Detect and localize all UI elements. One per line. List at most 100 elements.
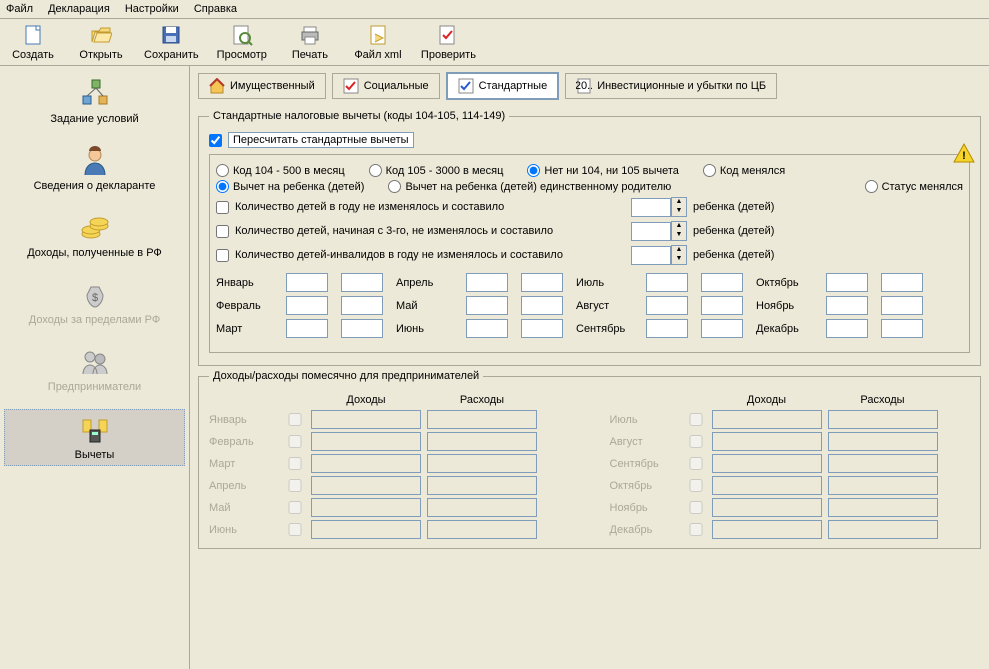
radio-status-changed[interactable]: Статус менялся [865, 180, 963, 193]
oct-1[interactable] [826, 273, 868, 292]
calculator-icon [79, 414, 111, 446]
recalc-checkbox-row[interactable]: Пересчитать стандартные вычеты [209, 132, 970, 148]
radio-code-changed[interactable]: Код менялся [703, 164, 785, 177]
children-count-2-checkbox[interactable] [216, 225, 229, 238]
ie-jun-chk [285, 523, 305, 536]
sidebar-item-income-rf[interactable]: Доходы, полученные в РФ [4, 208, 185, 263]
preview-icon [230, 23, 254, 47]
ie-sep-chk [686, 457, 706, 470]
save-button[interactable]: Сохранить [144, 23, 199, 61]
ie-jul-inc [712, 410, 822, 429]
children-count-3-input[interactable] [631, 246, 671, 265]
jan-1[interactable] [286, 273, 328, 292]
sep-2[interactable] [701, 319, 743, 338]
xml-button[interactable]: Файл xml [353, 23, 403, 61]
feb-2[interactable] [341, 296, 383, 315]
svg-text:$: $ [91, 292, 97, 304]
radio-code105[interactable]: Код 105 - 3000 в месяц [369, 164, 504, 177]
ie-nov-chk [686, 501, 706, 514]
warning-icon: ! [953, 142, 975, 164]
ie-nov-inc [712, 498, 822, 517]
apr-1[interactable] [466, 273, 508, 292]
sidebar-item-declarant[interactable]: Сведения о декларанте [4, 141, 185, 196]
spinner-1[interactable]: ▲▼ [671, 197, 687, 217]
menu-help[interactable]: Справка [194, 3, 237, 15]
fs2-legend: Доходы/расходы помесячно для предпринима… [209, 370, 483, 382]
preview-button[interactable]: Просмотр [217, 23, 267, 61]
radio-no-code[interactable]: Нет ни 104, ни 105 вычета [527, 164, 678, 177]
mar-2[interactable] [341, 319, 383, 338]
conditions-icon [79, 78, 111, 110]
coins-icon [79, 212, 111, 244]
ie-may-exp [427, 498, 537, 517]
ie-may-chk [285, 501, 305, 514]
children-count-3-checkbox[interactable] [216, 249, 229, 262]
jun-1[interactable] [466, 319, 508, 338]
dec-2[interactable] [881, 319, 923, 338]
radio-child-deduction[interactable]: Вычет на ребенка (детей) [216, 180, 364, 193]
mar-1[interactable] [286, 319, 328, 338]
ie-jun-exp [427, 520, 537, 539]
menu-settings[interactable]: Настройки [125, 3, 179, 15]
sep-1[interactable] [646, 319, 688, 338]
ie-apr-chk [285, 479, 305, 492]
entrepreneur-income-fieldset: Доходы/расходы помесячно для предпринима… [198, 370, 981, 549]
ie-oct-inc [712, 476, 822, 495]
tab-social[interactable]: Социальные [332, 73, 440, 99]
printer-icon [298, 23, 322, 47]
spinner-2[interactable]: ▲▼ [671, 221, 687, 241]
ie-jan-inc [311, 410, 421, 429]
menu-file[interactable]: Файл [6, 3, 33, 15]
open-button[interactable]: Открыть [76, 23, 126, 61]
oct-2[interactable] [881, 273, 923, 292]
months-grid: Январь Апрель Июль Октябрь Февраль Май А… [216, 273, 963, 338]
tab-property[interactable]: Имущественный [198, 73, 326, 99]
children-count-1-input[interactable] [631, 198, 671, 217]
ie-dec-inc [712, 520, 822, 539]
ie-oct-exp [828, 476, 938, 495]
money-bag-icon: $ [79, 279, 111, 311]
dec-1[interactable] [826, 319, 868, 338]
tab-invest[interactable]: 20.. Инвестиционные и убытки по ЦБ [565, 73, 777, 99]
jul-1[interactable] [646, 273, 688, 292]
recalc-checkbox[interactable] [209, 134, 222, 147]
tab-standard[interactable]: Стандартные [446, 72, 560, 100]
sidebar-item-deductions[interactable]: Вычеты [4, 409, 185, 466]
ie-sep-exp [828, 454, 938, 473]
sidebar-item-conditions[interactable]: Задание условий [4, 74, 185, 129]
ie-mar-exp [427, 454, 537, 473]
children-count-1-checkbox[interactable] [216, 201, 229, 214]
radio-single-parent[interactable]: Вычет на ребенка (детей) единственному р… [388, 180, 671, 193]
apr-2[interactable] [521, 273, 563, 292]
may-1[interactable] [466, 296, 508, 315]
aug-2[interactable] [701, 296, 743, 315]
sidebar: Задание условий Сведения о декларанте До… [0, 66, 190, 669]
person-icon [79, 145, 111, 177]
jun-2[interactable] [521, 319, 563, 338]
jan-2[interactable] [341, 273, 383, 292]
ie-oct-chk [686, 479, 706, 492]
menu-declaration[interactable]: Декларация [48, 3, 110, 15]
check-button[interactable]: Проверить [421, 23, 476, 61]
ie-aug-chk [686, 435, 706, 448]
print-button[interactable]: Печать [285, 23, 335, 61]
aug-1[interactable] [646, 296, 688, 315]
jul-2[interactable] [701, 273, 743, 292]
content-area: Имущественный Социальные Стандартные 20.… [190, 66, 989, 669]
checkbox-blue-icon [458, 78, 474, 94]
children-count-2-input[interactable] [631, 222, 671, 241]
may-2[interactable] [521, 296, 563, 315]
nov-1[interactable] [826, 296, 868, 315]
sidebar-item-income-abroad[interactable]: $ Доходы за пределами РФ [4, 275, 185, 330]
house-icon [209, 78, 225, 94]
create-button[interactable]: Создать [8, 23, 58, 61]
radio-code104[interactable]: Код 104 - 500 в месяц [216, 164, 345, 177]
sidebar-item-entrepreneurs[interactable]: Предприниматели [4, 342, 185, 397]
menubar: Файл Декларация Настройки Справка [0, 0, 989, 19]
ie-aug-exp [828, 432, 938, 451]
nov-2[interactable] [881, 296, 923, 315]
feb-1[interactable] [286, 296, 328, 315]
children-count-row-1: Количество детей в году не изменялось и … [216, 197, 963, 217]
svg-text:20..: 20.. [576, 80, 592, 92]
spinner-3[interactable]: ▲▼ [671, 245, 687, 265]
